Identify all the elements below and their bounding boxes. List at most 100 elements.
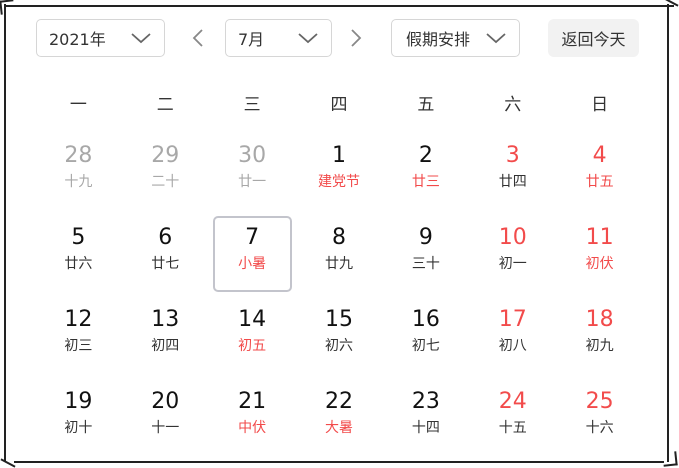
holiday-select[interactable]: 假期安排: [391, 19, 520, 57]
chevron-down-icon: [131, 33, 151, 44]
calendar-day-cell[interactable]: 20 十一: [122, 378, 209, 460]
day-number: 13: [151, 307, 180, 332]
chevron-left-icon[interactable]: [188, 27, 210, 49]
day-number: 23: [411, 389, 440, 414]
calendar-day-cell[interactable]: 5 廿六: [35, 214, 122, 296]
calendar-day-cell[interactable]: 30 廿一: [209, 132, 296, 214]
calendar-day-cell[interactable]: 16 初七: [382, 296, 469, 378]
calendar-day-cell[interactable]: 8 廿九: [296, 214, 383, 296]
day-number: 11: [585, 225, 614, 250]
calendar-day-cell[interactable]: 6 廿七: [122, 214, 209, 296]
lunar-date-label: 初六: [325, 338, 353, 354]
day-number: 25: [585, 389, 614, 414]
month-select[interactable]: 7月: [225, 19, 332, 57]
holiday-select-value: 假期安排: [406, 30, 471, 49]
lunar-date-label: 初十: [64, 420, 93, 436]
festival-label: 大暑: [325, 420, 353, 436]
lunar-date-label: 廿七: [151, 256, 180, 272]
lunar-date-label: 初一: [498, 256, 527, 272]
festival-label: 初五: [238, 338, 267, 354]
chevron-down-icon: [486, 33, 506, 44]
calendar-day-cell[interactable]: 21 中伏: [209, 378, 296, 460]
month-select-value: 7月: [238, 30, 265, 49]
calendar-day-cell[interactable]: 22 大暑: [296, 378, 383, 460]
calendar-day-cell[interactable]: 14 初五: [209, 296, 296, 378]
calendar-day-cell[interactable]: 13 初四: [122, 296, 209, 378]
lunar-date-label: 初九: [585, 338, 614, 354]
day-number: 2: [418, 143, 433, 168]
lunar-date-label: 十一: [151, 420, 180, 436]
frame-top: [4, 5, 674, 7]
day-number: 18: [585, 307, 614, 332]
day-number: 6: [158, 225, 173, 250]
day-number: 28: [64, 143, 93, 168]
selected-day-outline: [212, 216, 292, 292]
calendar-day-cell[interactable]: 18 初九: [556, 296, 643, 378]
calendar-day-cell[interactable]: 12 初三: [35, 296, 122, 378]
day-number: 17: [498, 307, 527, 332]
lunar-date-label: 三十: [411, 256, 440, 272]
lunar-date-label: 初三: [64, 338, 93, 354]
lunar-date-label: 初七: [411, 338, 440, 354]
calendar-day-cell[interactable]: 19 初十: [35, 378, 122, 460]
calendar-day-cell[interactable]: 10 初一: [469, 214, 556, 296]
lunar-date-label: 廿一: [238, 174, 267, 190]
frame-corner: [0, 458, 16, 468]
calendar-day-cell[interactable]: 28 十九: [35, 132, 122, 214]
lunar-date-label: 初四: [151, 338, 180, 354]
weekday-label: 六: [504, 95, 522, 115]
calendar-day-grid: 28 十九 29 二十 30 廿一 1 建党节 2 廿三 3 廿四 4 廿五 5 廿六 6 廿七 7 小暑 8 廿九 9 三十…: [35, 132, 643, 460]
chevron-right-icon[interactable]: [344, 27, 366, 49]
calendar-day-cell[interactable]: 1 建党节: [296, 132, 383, 214]
calendar-day-cell[interactable]: 25 十六: [556, 378, 643, 460]
lunar-date-label: 初八: [498, 338, 527, 354]
weekday-label: 五: [417, 95, 435, 115]
year-select[interactable]: 2021年: [36, 19, 165, 57]
lunar-date-label: 廿四: [498, 174, 527, 190]
calendar-day-cell-selected[interactable]: 7 小暑: [209, 214, 296, 296]
day-number: 30: [238, 143, 267, 168]
festival-label: 中伏: [238, 420, 267, 436]
frame-bottom: [14, 461, 664, 463]
weekday-label: 日: [591, 95, 609, 115]
lunar-date-label: 十九: [64, 174, 93, 190]
back-to-today-button[interactable]: 返回今天: [548, 19, 639, 57]
festival-label: 廿三: [411, 174, 440, 190]
lunar-date-label: 十六: [585, 420, 614, 436]
day-number: 5: [71, 225, 86, 250]
chevron-down-icon: [298, 33, 318, 44]
lunar-date-label: 二十: [151, 174, 180, 190]
calendar-toolbar: 2021年 7月 假期安排 返回今天: [36, 19, 679, 59]
lunar-date-label: 十五: [498, 420, 527, 436]
day-number: 19: [64, 389, 93, 414]
day-number: 15: [325, 307, 353, 332]
calendar-day-cell[interactable]: 24 十五: [469, 378, 556, 460]
day-number: 8: [332, 225, 346, 250]
year-select-value: 2021年: [49, 30, 106, 49]
calendar-day-cell[interactable]: 2 廿三: [382, 132, 469, 214]
calendar-day-cell[interactable]: 17 初八: [469, 296, 556, 378]
lunar-date-label: 十四: [411, 420, 440, 436]
lunar-date-label: 廿六: [64, 256, 93, 272]
day-number: 20: [151, 389, 180, 414]
calendar-day-cell[interactable]: 11 初伏: [556, 214, 643, 296]
calendar-day-cell[interactable]: 23 十四: [382, 378, 469, 460]
festival-label: 初伏: [585, 256, 614, 272]
weekday-label: 三: [243, 95, 261, 115]
day-number: 24: [498, 389, 527, 414]
calendar-day-cell[interactable]: 29 二十: [122, 132, 209, 214]
lunar-date-label: 廿九: [325, 256, 353, 272]
day-number: 3: [505, 143, 520, 168]
weekday-label: 一: [69, 95, 87, 115]
frame-left: [4, 4, 6, 462]
calendar-day-cell[interactable]: 3 廿四: [469, 132, 556, 214]
day-number: 16: [411, 307, 440, 332]
day-number: 14: [238, 307, 267, 332]
calendar-day-cell[interactable]: 9 三十: [382, 214, 469, 296]
frame-corner: [0, 0, 15, 15]
day-number: 10: [498, 225, 527, 250]
calendar-day-cell[interactable]: 15 初六: [296, 296, 383, 378]
calendar-day-cell[interactable]: 4 廿五: [556, 132, 643, 214]
day-number: 12: [64, 307, 93, 332]
weekday-label: 四: [330, 95, 348, 115]
